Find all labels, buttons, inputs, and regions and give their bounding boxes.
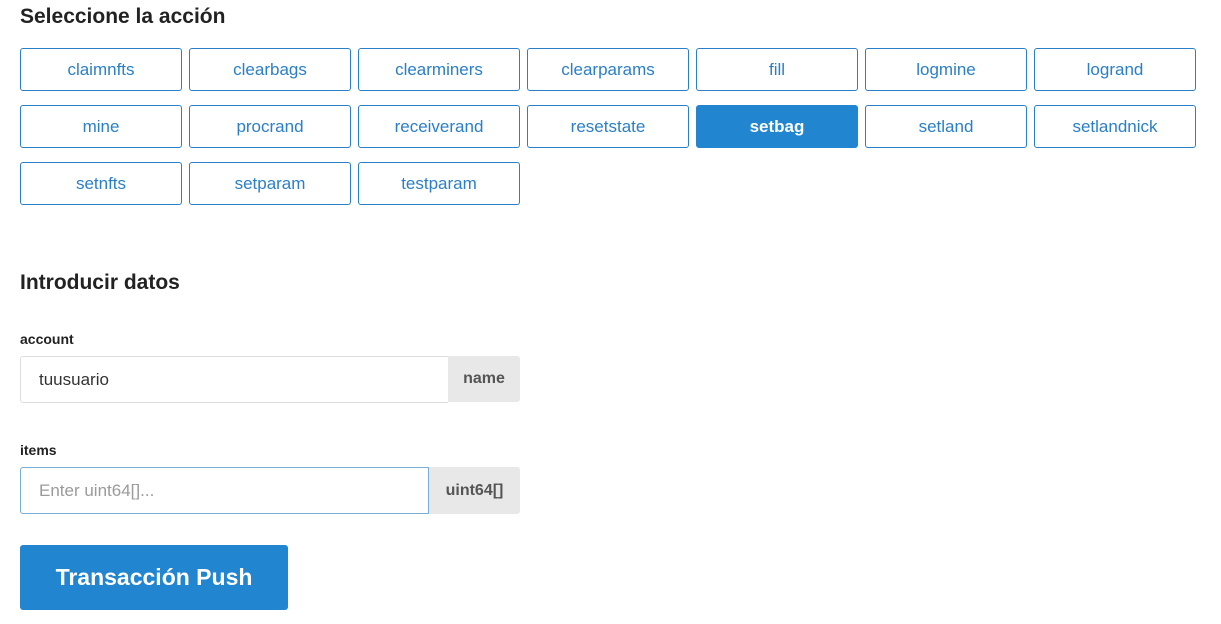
action-button-setlandnick[interactable]: setlandnick: [1034, 105, 1196, 148]
action-button-clearbags[interactable]: clearbags: [189, 48, 351, 91]
items-input[interactable]: [20, 467, 429, 514]
items-field-label: items: [20, 442, 57, 458]
action-button-receiverand[interactable]: receiverand: [358, 105, 520, 148]
action-button-setnfts[interactable]: setnfts: [20, 162, 182, 205]
action-button-claimnfts[interactable]: claimnfts: [20, 48, 182, 91]
action-button-logmine[interactable]: logmine: [865, 48, 1027, 91]
action-button-logrand[interactable]: logrand: [1034, 48, 1196, 91]
items-type-addon: uint64[]: [429, 467, 520, 514]
select-action-heading: Seleccione la acción: [20, 5, 226, 28]
action-button-resetstate[interactable]: resetstate: [527, 105, 689, 148]
action-button-procrand[interactable]: procrand: [189, 105, 351, 148]
action-button-fill[interactable]: fill: [696, 48, 858, 91]
action-button-mine[interactable]: mine: [20, 105, 182, 148]
account-type-addon: name: [448, 356, 520, 402]
action-button-setland[interactable]: setland: [865, 105, 1027, 148]
action-button-clearminers[interactable]: clearminers: [358, 48, 520, 91]
action-button-testparam[interactable]: testparam: [358, 162, 520, 205]
account-input-group: name: [20, 356, 520, 403]
action-button-clearparams[interactable]: clearparams: [527, 48, 689, 91]
enter-data-heading: Introducir datos: [20, 271, 180, 294]
push-transaction-button[interactable]: Transacción Push: [20, 545, 288, 610]
account-input[interactable]: [20, 356, 448, 403]
action-button-grid: claimnfts clearbags clearminers clearpar…: [20, 48, 1196, 205]
items-input-group: uint64[]: [20, 467, 520, 514]
action-button-setparam[interactable]: setparam: [189, 162, 351, 205]
account-field-label: account: [20, 331, 74, 347]
action-button-setbag[interactable]: setbag: [696, 105, 858, 148]
